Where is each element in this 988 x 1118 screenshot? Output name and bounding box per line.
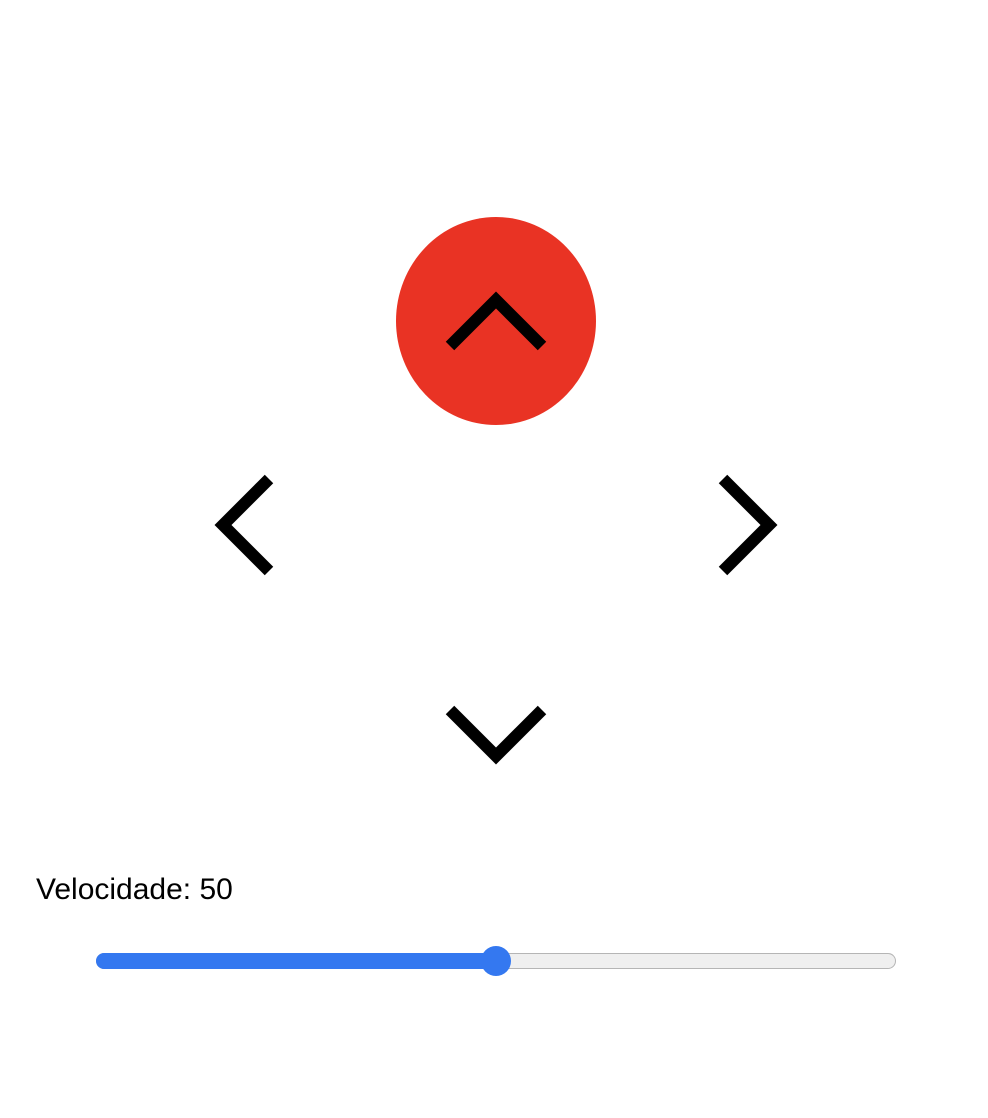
up-button[interactable] xyxy=(396,217,596,425)
down-button[interactable] xyxy=(430,680,562,790)
speed-label: Velocidade: 50 xyxy=(36,873,233,906)
right-button[interactable] xyxy=(696,460,800,590)
left-button[interactable] xyxy=(192,460,296,590)
slider-fill xyxy=(96,953,496,969)
slider-thumb[interactable] xyxy=(481,946,511,976)
direction-pad xyxy=(0,0,988,840)
chevron-up-icon xyxy=(445,291,547,351)
speed-slider[interactable] xyxy=(96,944,896,978)
chevron-down-icon xyxy=(445,705,547,765)
chevron-right-icon xyxy=(718,474,778,576)
chevron-left-icon xyxy=(214,474,274,576)
